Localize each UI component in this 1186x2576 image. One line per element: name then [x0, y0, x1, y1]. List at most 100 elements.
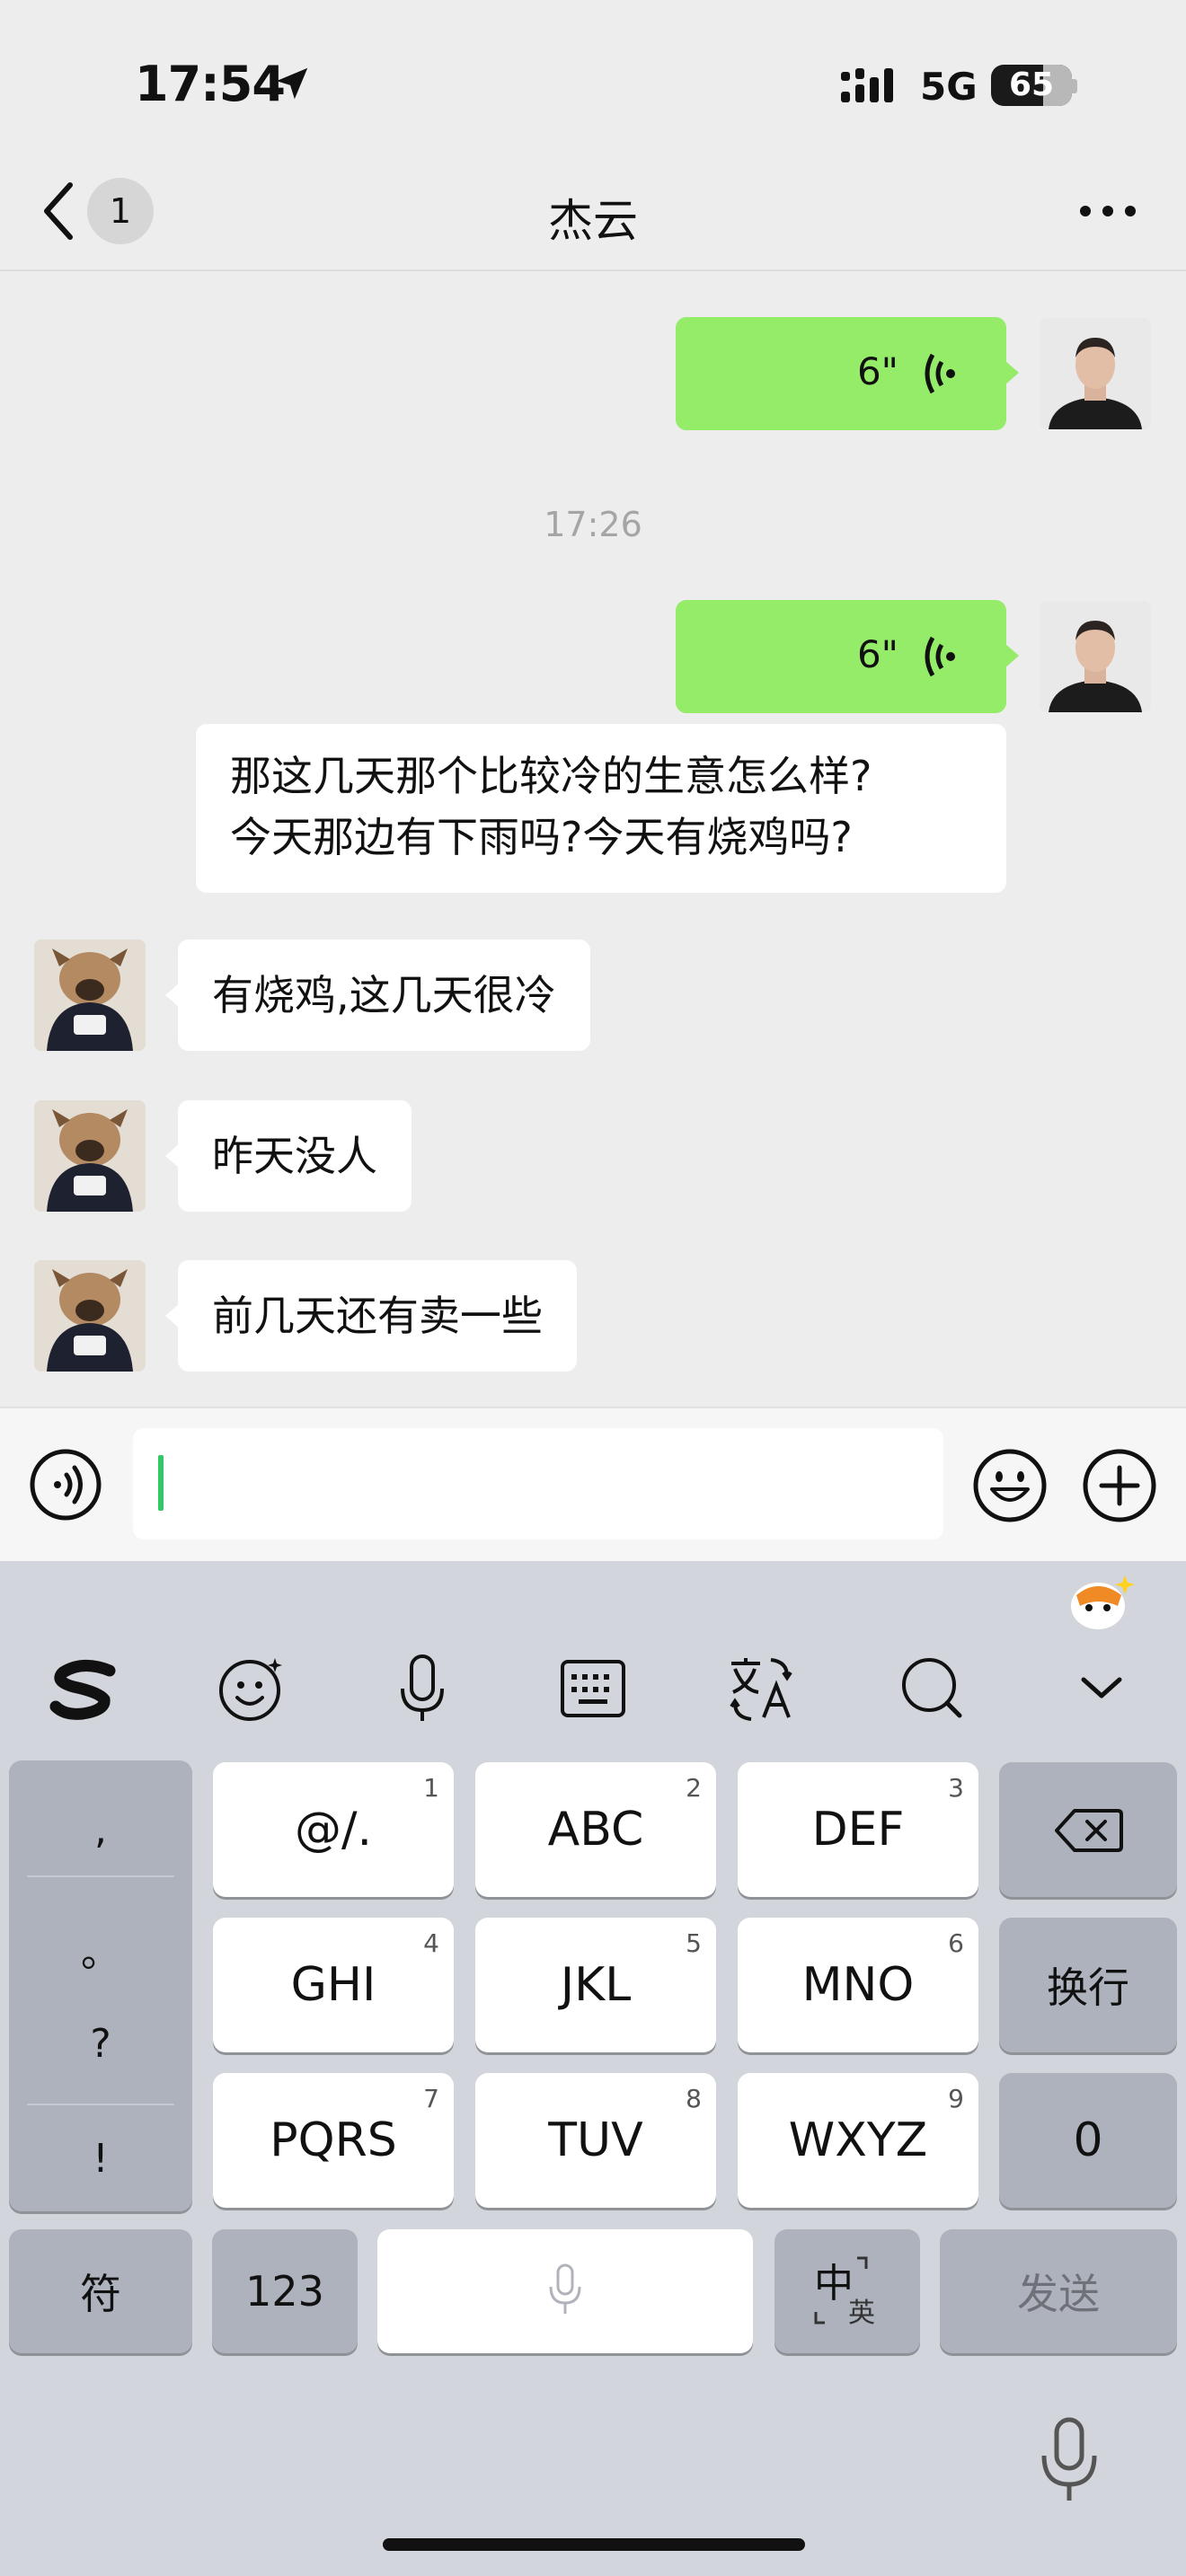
key-number: 8 [686, 2084, 702, 2113]
key-label: GHI [290, 1958, 376, 2012]
message-text: 昨天没人 [212, 1132, 377, 1180]
space-key[interactable] [377, 2229, 753, 2353]
microphone-icon [549, 2263, 581, 2314]
transcription-line: 今天那边有下雨吗?今天有烧鸡吗? [230, 813, 853, 861]
punct-key[interactable]: ? [9, 2021, 192, 2067]
key-6[interactable]: 6 MNO [738, 1918, 978, 2052]
punct-divider [27, 2104, 174, 2105]
transcription-line: 那这几天那个比较冷的生意怎么样? [230, 752, 872, 800]
toggle-bracket-icon [814, 2256, 868, 2325]
newline-key[interactable]: 换行 [999, 1918, 1177, 2052]
punctuation-column: , 。 ? ! [9, 1760, 192, 2211]
symbols-key[interactable]: 符 [9, 2229, 192, 2353]
key-label: ABC [547, 1803, 644, 1857]
location-arrow-icon [276, 67, 308, 100]
chevron-down-icon[interactable] [1064, 1651, 1139, 1726]
person-photo [1040, 601, 1151, 712]
key-4[interactable]: 4 GHI [213, 1918, 454, 2052]
bubble-tail [165, 1143, 180, 1169]
key-2[interactable]: 2 ABC [475, 1762, 716, 1897]
delete-key[interactable] [999, 1762, 1177, 1897]
bubble-tail [165, 983, 180, 1008]
dog-photo [34, 1100, 146, 1212]
numbers-key[interactable]: 123 [212, 2229, 358, 2353]
battery-tip [1072, 79, 1077, 93]
translate-icon[interactable] [724, 1651, 800, 1726]
voice-duration: 6" [856, 632, 898, 676]
voice-duration: 6" [856, 349, 898, 393]
time-divider: 17:26 [544, 505, 642, 544]
voice-wave-icon [925, 636, 955, 677]
punct-divider [27, 1875, 174, 1877]
voice-wave-icon [925, 353, 955, 394]
dog-photo [34, 1260, 146, 1372]
key-number: 4 [423, 1928, 439, 1958]
contact-avatar[interactable] [34, 1100, 146, 1212]
key-number: 1 [423, 1773, 439, 1803]
signal-icon [841, 68, 893, 102]
punct-key[interactable]: ! [9, 2136, 192, 2182]
punct-key[interactable]: , [9, 1807, 192, 1853]
message-text: 前几天还有卖一些 [212, 1292, 543, 1340]
person-photo [1040, 318, 1151, 429]
key-8[interactable]: 8 TUV [475, 2073, 716, 2208]
key-label: 0 [1073, 2113, 1103, 2167]
mascot-icon[interactable] [1066, 1570, 1137, 1633]
punct-key[interactable]: 。 [9, 1920, 192, 1978]
nav-divider [0, 269, 1186, 271]
voice-transcription[interactable]: 那这几天那个比较冷的生意怎么样? 今天那边有下雨吗?今天有烧鸡吗? [196, 724, 1006, 893]
key-label: 换行 [1047, 1963, 1129, 2012]
language-toggle-key[interactable]: 中 英 [774, 2229, 920, 2353]
message-text: 有烧鸡,这几天很冷 [212, 971, 556, 1019]
received-message[interactable]: 前几天还有卖一些 [165, 1260, 577, 1372]
key-0[interactable]: 0 [999, 2073, 1177, 2208]
message-input[interactable] [133, 1428, 943, 1539]
my-avatar[interactable] [1040, 601, 1151, 712]
text-caret [158, 1455, 164, 1511]
backspace-icon [1055, 1809, 1123, 1852]
keyboard-icon[interactable] [555, 1651, 631, 1726]
key-label: MNO [801, 1958, 915, 2012]
key-5[interactable]: 5 JKL [475, 1918, 716, 2052]
key-label: DEF [811, 1803, 905, 1857]
received-message[interactable]: 昨天没人 [165, 1100, 412, 1212]
microphone-icon[interactable] [385, 1651, 460, 1726]
contact-avatar[interactable] [34, 940, 146, 1051]
key-label: WXYZ [788, 2113, 928, 2167]
search-icon[interactable] [895, 1651, 970, 1726]
key-number: 5 [686, 1928, 702, 1958]
key-number: 3 [948, 1773, 964, 1803]
dictation-mic-icon[interactable] [1037, 2416, 1102, 2504]
key-label: TUV [548, 2113, 643, 2167]
key-label: @/. [294, 1803, 373, 1857]
sogou-logo-icon[interactable] [47, 1651, 122, 1726]
bubble-tail [1005, 643, 1019, 668]
contact-avatar[interactable] [34, 1260, 146, 1372]
voice-message[interactable]: 6" [676, 600, 1019, 713]
network-type: 5G [920, 65, 978, 109]
key-label: PQRS [270, 2113, 397, 2167]
send-key[interactable]: 发送 [940, 2229, 1177, 2353]
voice-message[interactable]: 6" [676, 317, 1019, 430]
plus-icon[interactable] [1082, 1448, 1157, 1523]
more-icon[interactable] [1078, 199, 1137, 223]
emoji-sparkle-icon[interactable] [214, 1651, 289, 1726]
key-number: 2 [686, 1773, 702, 1803]
key-9[interactable]: 9 WXYZ [738, 2073, 978, 2208]
key-label: 发送 [1017, 2270, 1100, 2318]
key-label: JKL [560, 1958, 632, 2012]
key-7[interactable]: 7 PQRS [213, 2073, 454, 2208]
my-avatar[interactable] [1040, 318, 1151, 429]
key-3[interactable]: 3 DEF [738, 1762, 978, 1897]
emoji-icon[interactable] [972, 1448, 1048, 1523]
key-1[interactable]: 1 @/. [213, 1762, 454, 1897]
key-number: 7 [423, 2084, 439, 2113]
key-label: 符 [80, 2270, 121, 2318]
dog-photo [34, 940, 146, 1051]
status-time: 17:54 [135, 56, 286, 112]
voice-input-toggle-icon[interactable] [29, 1448, 102, 1522]
key-number: 6 [948, 1928, 964, 1958]
key-number: 9 [948, 2084, 964, 2113]
home-indicator [383, 2538, 805, 2551]
received-message[interactable]: 有烧鸡,这几天很冷 [165, 940, 590, 1051]
